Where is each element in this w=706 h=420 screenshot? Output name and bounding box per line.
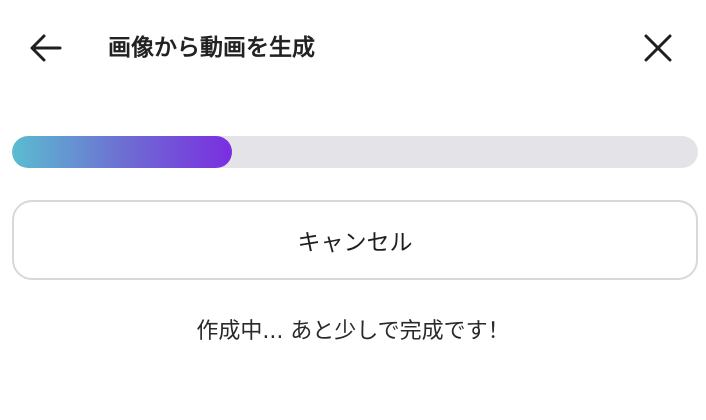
- page-title: 画像から動画を生成: [108, 35, 315, 61]
- back-button[interactable]: [22, 26, 70, 70]
- status-message: 作成中... あと少しで完成です！: [196, 319, 510, 344]
- arrow-left-icon: [30, 34, 62, 62]
- cancel-button[interactable]: キャンセル: [12, 200, 698, 280]
- close-button[interactable]: [634, 24, 682, 72]
- header: 画像から動画を生成: [0, 0, 706, 96]
- progress-bar: [12, 136, 698, 168]
- progress-bar-fill: [12, 136, 232, 168]
- close-icon: [644, 34, 672, 62]
